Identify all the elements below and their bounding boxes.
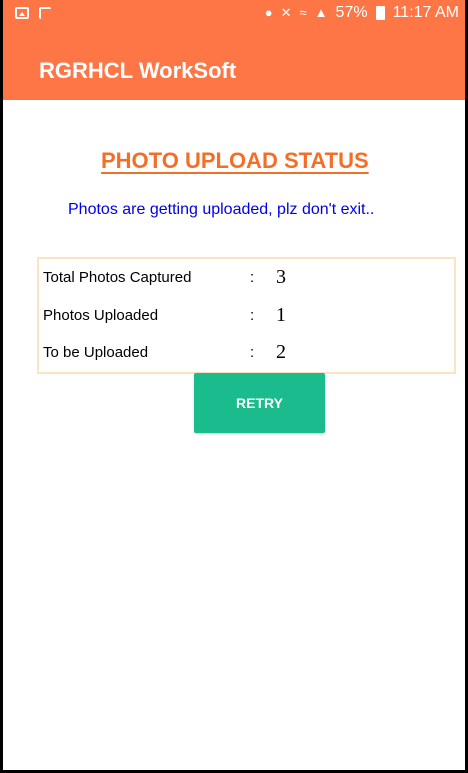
wifi-icon: ≈ (299, 5, 307, 20)
summary-colon: : (250, 269, 255, 286)
gallery-icon (15, 7, 29, 19)
app-title: RGRHCL WorkSoft (39, 58, 237, 83)
page-title: PHOTO UPLOAD STATUS (101, 148, 369, 173)
app-header: ● ✕ ≈ ▲ 57% 11:17 AM RGRHCL WorkSoft (3, 0, 465, 100)
summary-row-total: Total Photos Captured : 3 (43, 266, 453, 293)
summary-colon: : (250, 307, 255, 324)
summary-row-uploaded: Photos Uploaded : 1 (43, 304, 453, 331)
summary-value: 2 (276, 341, 286, 363)
summary-label: Total Photos Captured (43, 269, 192, 286)
summary-value: 1 (276, 304, 286, 326)
battery-percent: 57% (335, 4, 368, 21)
mute-icon: ✕ (280, 5, 292, 20)
signal-icon: ▲ (314, 5, 328, 20)
summary-value: 3 (276, 266, 286, 288)
location-icon: ● (264, 5, 273, 20)
summary-label: To be Uploaded (43, 344, 149, 361)
summary-row-pending: To be Uploaded : 2 (43, 341, 453, 368)
retry-button[interactable]: RETRY (194, 373, 325, 433)
upload-summary: Total Photos Captured : 3 Photos Uploade… (37, 257, 456, 374)
cast-icon (39, 7, 51, 19)
summary-colon: : (250, 344, 255, 361)
status-bar: ● ✕ ≈ ▲ 57% 11:17 AM (3, 0, 465, 28)
battery-icon (375, 6, 385, 20)
clock: 11:17 AM (392, 4, 459, 21)
summary-label: Photos Uploaded (43, 307, 159, 324)
upload-message: Photos are getting uploaded, plz don't e… (68, 201, 375, 218)
